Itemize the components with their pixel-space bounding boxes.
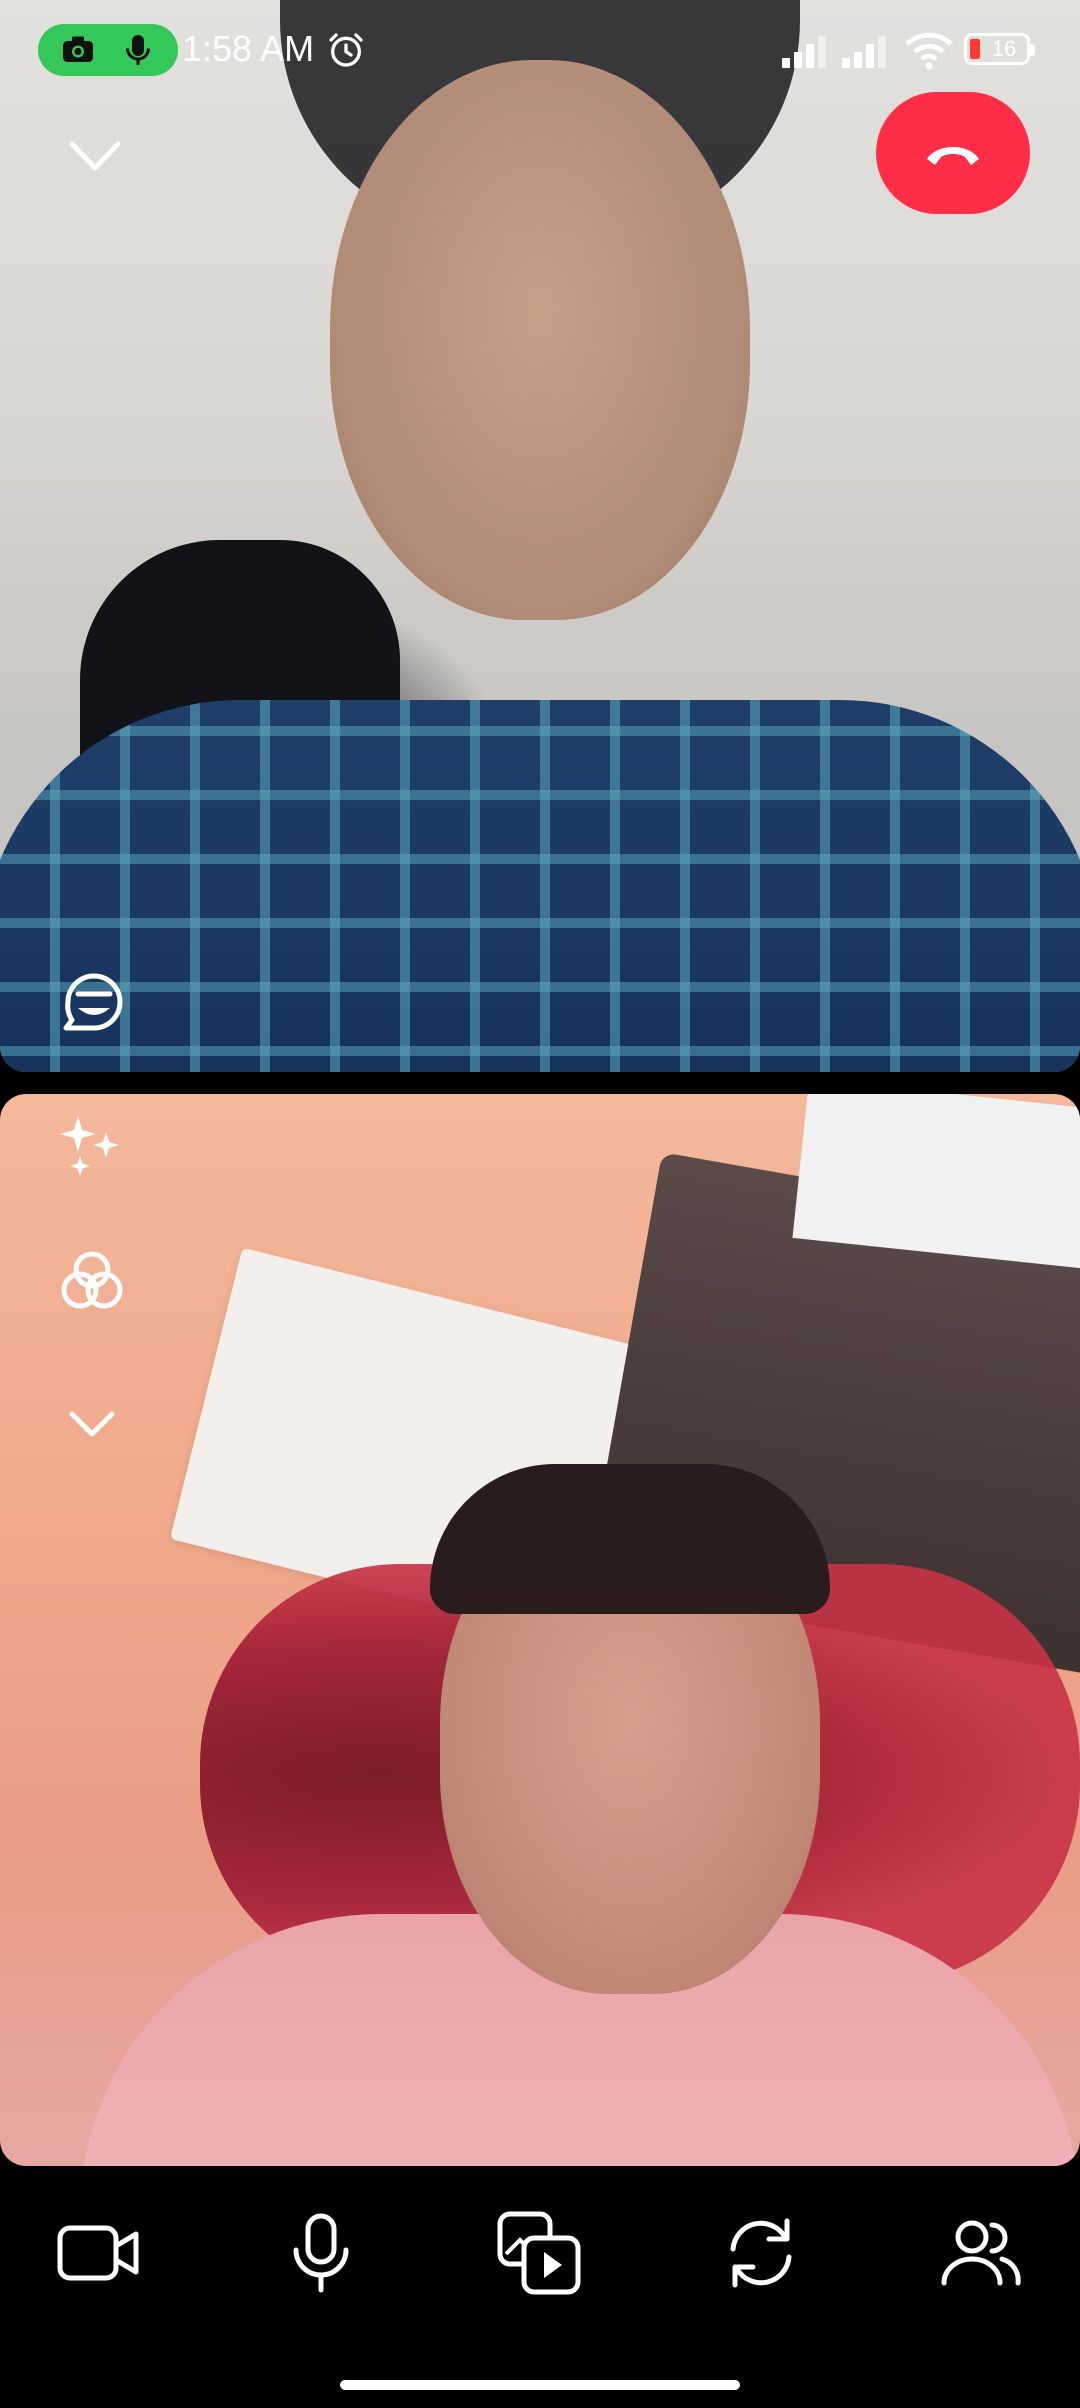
participants-icon [941,2220,1021,2286]
captions-button[interactable] [52,960,136,1044]
remote-video-content [0,700,1080,1072]
more-options-button[interactable] [62,1400,122,1450]
signal-icon [782,36,826,68]
status-bar: 1:58 AM 16 [0,0,1080,100]
toggle-microphone-button[interactable] [276,2208,366,2298]
video-call-screen: 1:58 AM 16 [0,0,1080,2408]
microphone-icon [126,35,150,65]
signal-icon [842,36,886,68]
filters-button[interactable] [54,1244,130,1320]
chevron-down-icon [69,1411,115,1437]
end-call-icon [927,147,979,165]
self-video-tile[interactable] [0,1094,1080,2166]
toggle-video-button[interactable] [54,2208,144,2298]
self-video-content [430,1464,830,1614]
video-camera-icon [57,2225,139,2281]
home-indicator[interactable] [340,2380,740,2390]
microphone-icon [293,2213,349,2293]
wifi-icon [905,32,953,70]
share-media-icon [497,2211,581,2295]
minimize-call-button[interactable] [60,126,130,186]
alarm-icon [329,33,363,67]
filters-icon [61,1251,123,1309]
remote-video-content [330,60,750,620]
flip-camera-icon [730,2218,792,2288]
status-time: 1:58 AM [182,28,315,69]
flip-camera-button[interactable] [716,2208,806,2298]
battery-icon: 16 [964,33,1035,65]
chevron-down-icon [69,141,121,171]
privacy-indicator [38,24,178,76]
camera-icon [63,36,93,62]
caption-icon [63,973,123,1031]
effects-button[interactable] [54,1106,130,1182]
share-media-button[interactable] [494,2208,584,2298]
battery-level: 16 [991,36,1017,61]
battery-nub [1030,44,1035,56]
participants-button[interactable] [936,2208,1026,2298]
end-call-button[interactable] [876,92,1030,214]
sparkle-effects-icon [60,1116,119,1176]
